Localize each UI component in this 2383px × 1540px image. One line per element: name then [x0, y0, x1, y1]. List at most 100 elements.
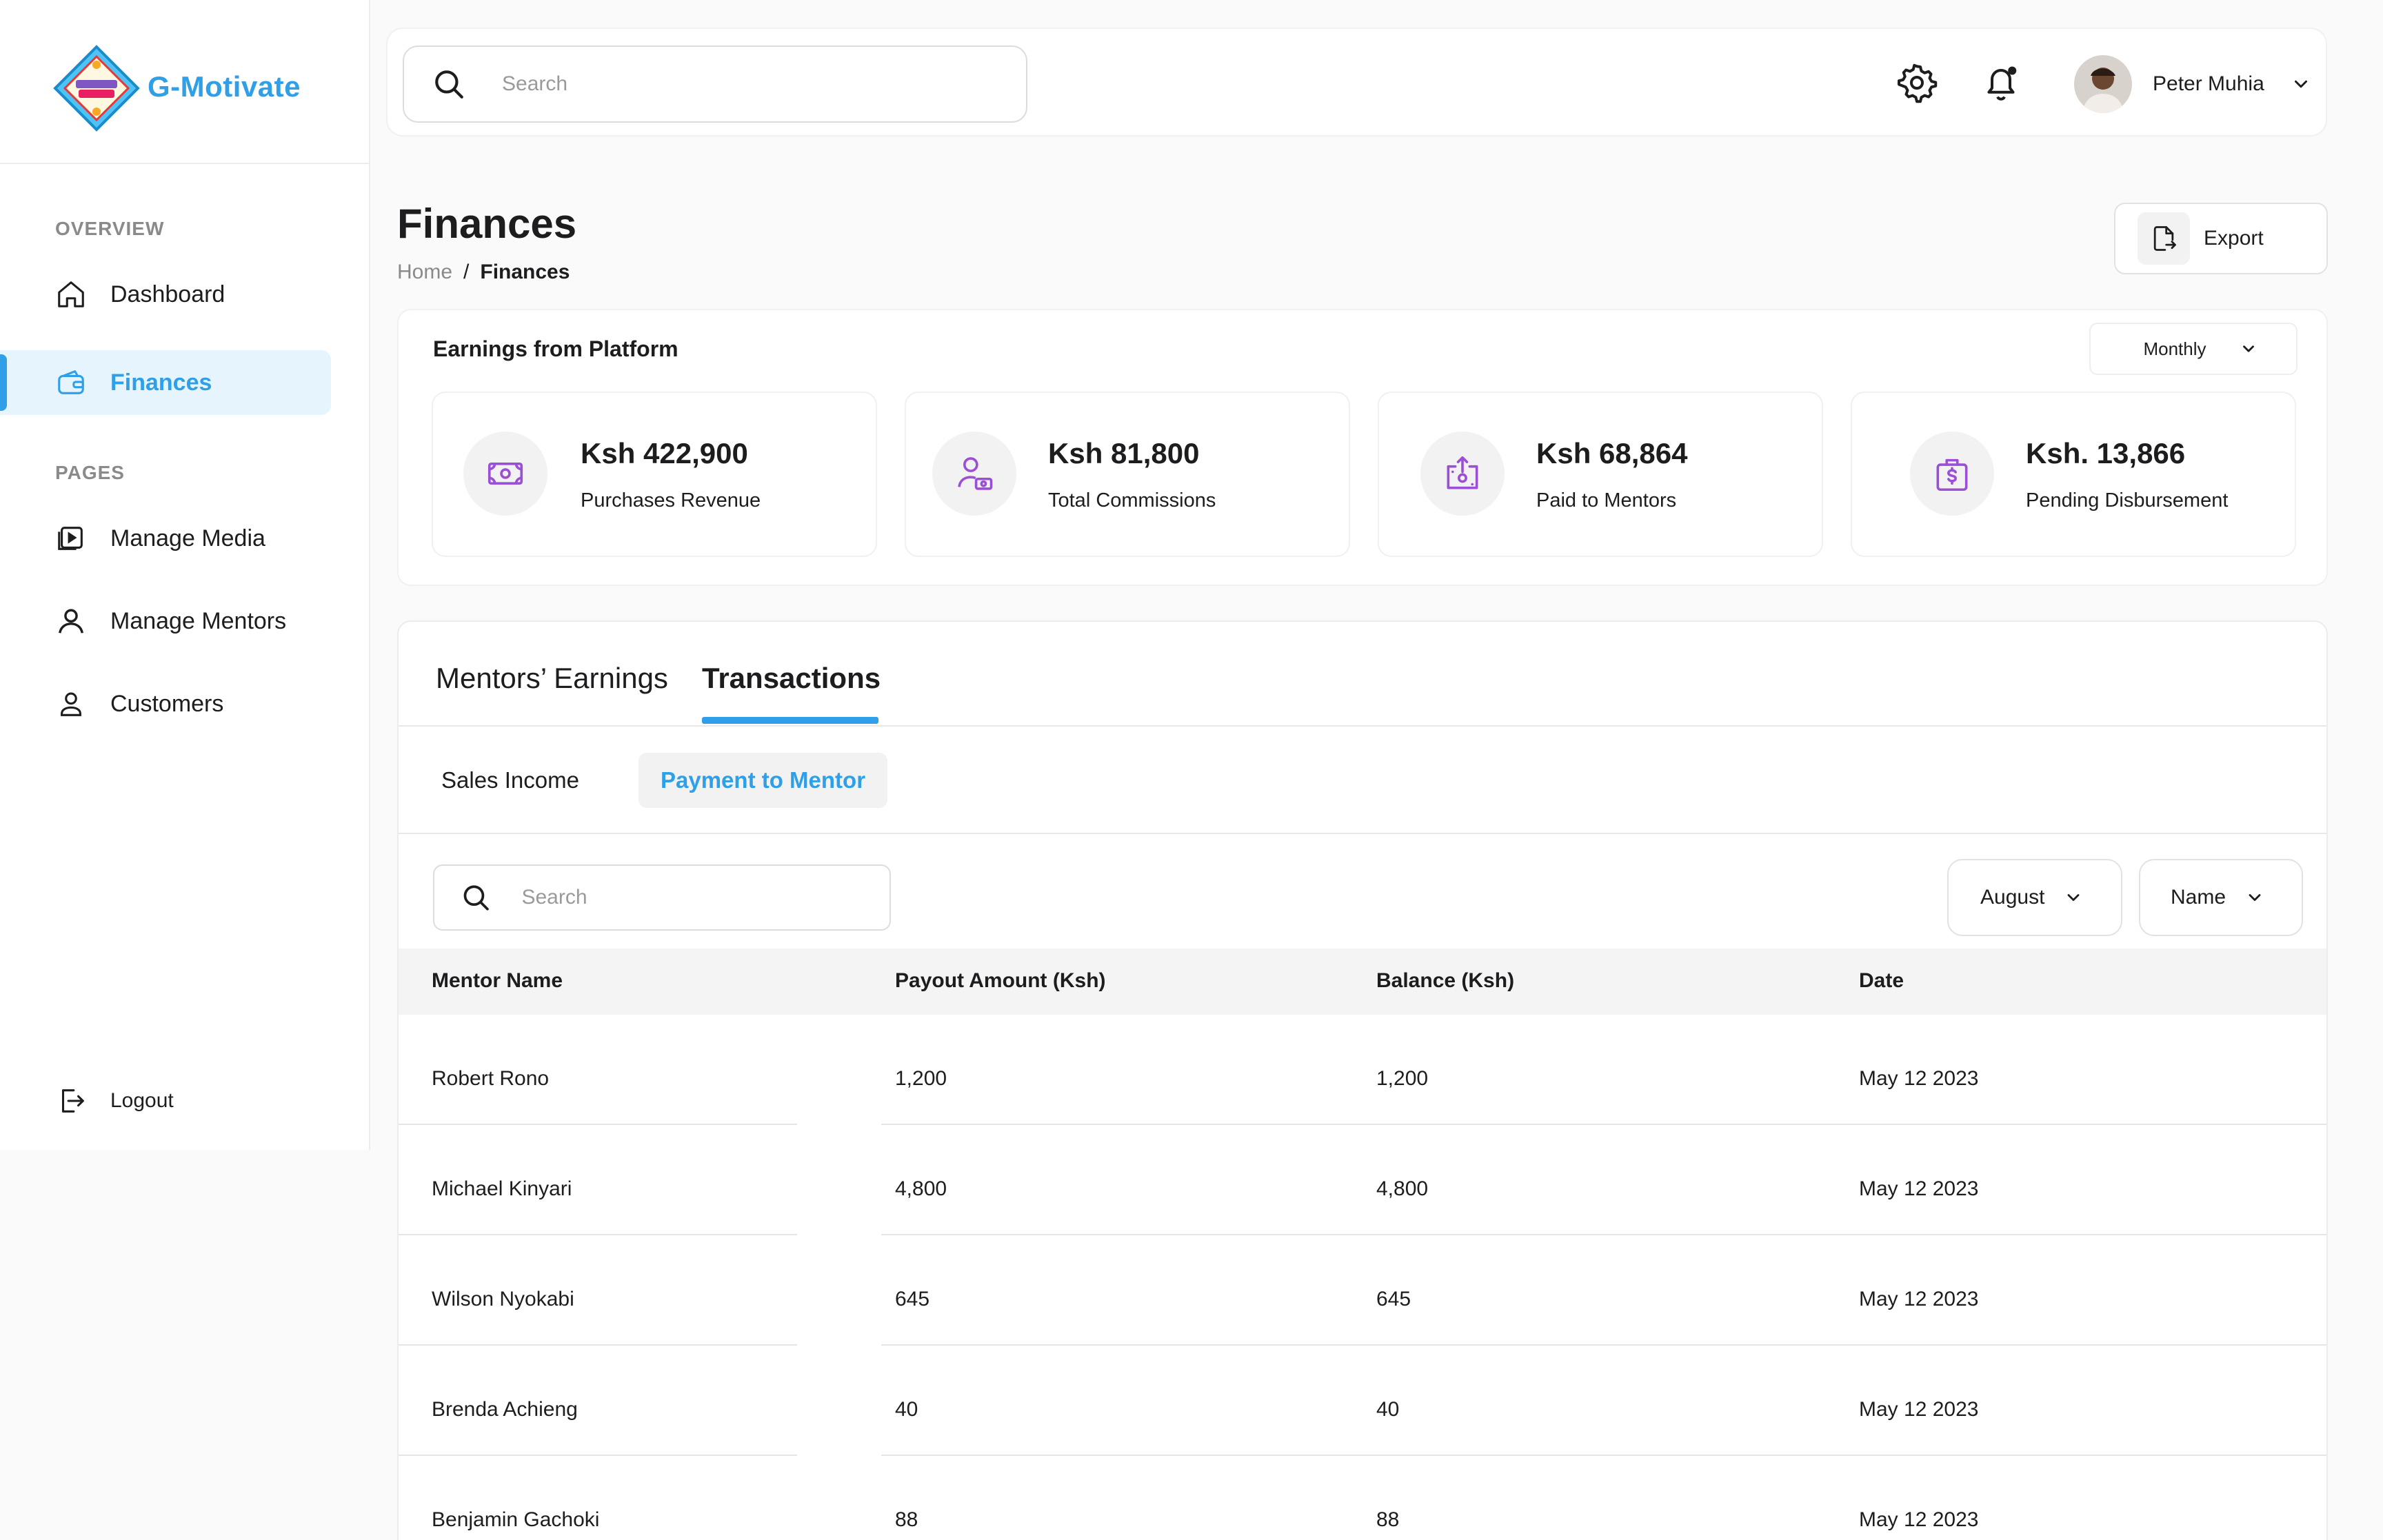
column-header-date[interactable]: Date	[1859, 969, 1904, 993]
export-icon-wrap	[2138, 212, 2190, 265]
stat-caption: Purchases Revenue	[581, 489, 761, 511]
transactions-panel: Mentors’ Earnings Transactions Sales Inc…	[397, 620, 2328, 1540]
earnings-card: Earnings from Platform Monthly Ksh 422,9…	[397, 309, 2328, 586]
sidebar-item-label: Manage Media	[110, 525, 265, 551]
chevron-down-icon	[2294, 80, 2307, 88]
cell-date: May 12 2023	[1859, 1508, 1979, 1531]
user-menu[interactable]: Peter Muhia	[2074, 55, 2311, 113]
global-search[interactable]	[403, 45, 1027, 123]
sidebar-item-customers[interactable]: Customers	[0, 671, 331, 736]
brand: G-Motivate	[0, 0, 369, 164]
gear-icon[interactable]	[1896, 62, 1938, 103]
sidebar-item-manage-mentors[interactable]: Manage Mentors	[0, 589, 331, 654]
topbar: Peter Muhia	[386, 28, 2327, 136]
stat-caption: Paid to Mentors	[1536, 489, 1677, 511]
table-search-input[interactable]	[521, 886, 889, 909]
table-row[interactable]: Robert Rono 1,200 1,200 May 12 2023	[399, 1015, 2326, 1128]
stat-card-pending-disbursement: Ksh. 13,866 Pending Disbursement	[1851, 392, 2296, 557]
subtab-sales-income[interactable]: Sales Income	[419, 753, 601, 808]
cell-payout-amount: 4,800	[895, 1177, 947, 1200]
stat-caption: Total Commissions	[1048, 489, 1216, 511]
earnings-title: Earnings from Platform	[433, 336, 678, 361]
sidebar: G-Motivate OVERVIEW Dashboard Finances P…	[0, 0, 370, 1150]
sidebar-background	[0, 1150, 370, 1540]
column-header-mentor-name[interactable]: Mentor Name	[432, 969, 563, 993]
payout-icon	[1447, 456, 1478, 489]
sidebar-item-dashboard[interactable]: Dashboard	[0, 262, 331, 327]
subtab-payment-to-mentor[interactable]: Payment to Mentor	[639, 753, 888, 808]
sidebar-item-manage-media[interactable]: Manage Media	[0, 506, 331, 571]
stat-icon-wrap	[463, 432, 547, 516]
sidebar-item-label: Dashboard	[110, 281, 225, 307]
avatar	[2074, 55, 2132, 113]
stat-value: Ksh 422,900	[581, 437, 748, 469]
cell-mentor-name: Brenda Achieng	[432, 1398, 578, 1421]
chevron-down-icon	[2249, 894, 2261, 901]
chevron-down-icon	[2068, 894, 2080, 901]
table-row[interactable]: Brenda Achieng 40 40 May 12 2023	[399, 1346, 2326, 1459]
global-search-input[interactable]	[502, 72, 916, 96]
cell-mentor-name: Wilson Nyokabi	[432, 1288, 574, 1310]
cell-mentor-name: Benjamin Gachoki	[432, 1508, 600, 1531]
user-cash-icon	[958, 457, 993, 490]
cell-payout-amount: 645	[895, 1288, 930, 1310]
month-filter[interactable]: August	[1947, 859, 2122, 936]
user-icon	[61, 692, 81, 716]
export-button[interactable]: Export	[2114, 203, 2328, 274]
home-icon	[58, 281, 84, 307]
logout-label: Logout	[110, 1089, 174, 1112]
money-icon	[487, 462, 523, 485]
search-icon	[435, 70, 463, 99]
stat-value: Ksh 68,864	[1536, 437, 1688, 469]
breadcrumb-current: Finances	[480, 261, 570, 283]
export-label: Export	[2204, 227, 2264, 250]
sort-filter[interactable]: Name	[2139, 859, 2303, 936]
stat-card-purchases-revenue: Ksh 422,900 Purchases Revenue	[432, 392, 877, 557]
brand-name: G-Motivate	[148, 70, 301, 103]
bell-icon[interactable]	[1980, 62, 2022, 103]
briefcase-dollar-icon	[1936, 458, 1968, 492]
table-row[interactable]: Wilson Nyokabi 645 645 May 12 2023	[399, 1235, 2326, 1348]
tab-bar: Mentors’ Earnings Transactions	[399, 622, 2326, 727]
page-title: Finances	[397, 201, 577, 247]
cell-payout-amount: 40	[895, 1398, 918, 1421]
mentor-icon	[59, 609, 83, 634]
stat-icon-wrap	[1910, 432, 1994, 516]
wallet-icon	[58, 370, 84, 394]
period-select[interactable]: Monthly	[2089, 323, 2297, 375]
logout-icon	[61, 1089, 84, 1113]
sort-filter-value: Name	[2171, 886, 2226, 909]
media-icon	[58, 527, 83, 550]
sidebar-item-finances[interactable]: Finances	[0, 350, 331, 415]
stat-card-total-commissions: Ksh 81,800 Total Commissions	[905, 392, 1350, 557]
sidebar-item-label: Customers	[110, 690, 224, 717]
cell-payout-amount: 88	[895, 1508, 918, 1531]
cell-balance: 4,800	[1376, 1177, 1429, 1200]
sidebar-item-label: Finances	[110, 369, 212, 396]
table-header: Mentor Name Payout Amount (Ksh) Balance …	[399, 949, 2326, 1015]
search-icon	[463, 885, 489, 911]
stat-value: Ksh 81,800	[1048, 437, 1200, 469]
tab-mentors-earnings[interactable]: Mentors’ Earnings	[436, 662, 668, 695]
breadcrumb-separator: /	[463, 261, 470, 283]
cell-balance: 88	[1376, 1508, 1400, 1531]
stat-icon-wrap	[932, 432, 1016, 516]
cell-payout-amount: 1,200	[895, 1067, 947, 1090]
cell-balance: 1,200	[1376, 1067, 1429, 1090]
period-select-value: Monthly	[2143, 338, 2206, 359]
table-row[interactable]: Michael Kinyari 4,800 4,800 May 12 2023	[399, 1125, 2326, 1238]
table-row[interactable]: Benjamin Gachoki 88 88 May 12 2023	[399, 1456, 2326, 1540]
stat-value: Ksh. 13,866	[2026, 437, 2186, 469]
cell-date: May 12 2023	[1859, 1398, 1979, 1421]
column-header-balance[interactable]: Balance (Ksh)	[1376, 969, 1514, 993]
table-search[interactable]	[433, 864, 891, 931]
stat-card-paid-to-mentors: Ksh 68,864 Paid to Mentors	[1378, 392, 1823, 557]
tab-transactions[interactable]: Transactions	[702, 662, 881, 695]
user-name: Peter Muhia	[2153, 72, 2264, 95]
sidebar-item-label: Manage Mentors	[110, 607, 287, 634]
logout-button[interactable]: Logout	[0, 1068, 331, 1133]
active-tab-indicator	[702, 717, 878, 724]
column-header-payout-amount[interactable]: Payout Amount (Ksh)	[895, 969, 1106, 993]
breadcrumb-home[interactable]: Home	[397, 261, 452, 283]
g-motivate-logo[interactable]	[52, 44, 141, 132]
